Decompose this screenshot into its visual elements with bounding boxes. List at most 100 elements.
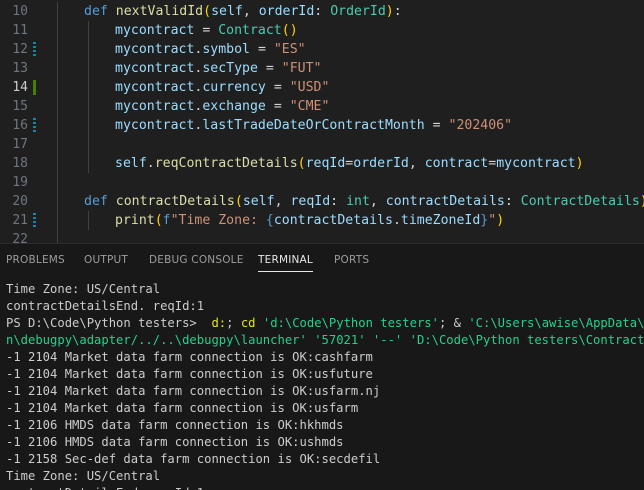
code-token: ( — [234, 194, 243, 209]
terminal-text: -1 2104 Market data farm connection is O… — [6, 367, 373, 381]
line-number: 21 — [12, 213, 28, 228]
code-token: , — [408, 156, 425, 171]
panel-tabs: PROBLEMS OUTPUT DEBUG CONSOLE TERMINAL PORTS — [0, 244, 644, 278]
code-line[interactable]: 19 — [0, 173, 644, 192]
code-token: f — [162, 213, 171, 228]
code-line[interactable]: 10 def nextValidId(self, orderId: OrderId… — [0, 2, 644, 21]
indent-guide — [57, 97, 58, 116]
code-token: mycontract — [115, 118, 195, 133]
code-token: contractDetails — [115, 194, 235, 209]
line-number: 11 — [12, 23, 28, 38]
tab-debug-console[interactable]: DEBUG CONSOLE — [149, 254, 244, 266]
git-modified-marker[interactable] — [33, 118, 36, 133]
terminal-text: Time Zone: US/Central — [6, 282, 161, 296]
line-number: 12 — [12, 42, 28, 57]
terminal-line: contractDetailsEnd. reqId:1 — [6, 298, 204, 315]
indent-guide — [88, 21, 89, 40]
code-token: exchange — [202, 99, 266, 114]
indent-guide — [88, 59, 89, 78]
indent-guide — [57, 21, 58, 40]
terminal-text: ; — [226, 316, 241, 330]
terminal-line: PS D:\Code\Python testers> d:; cd 'd:\Co… — [6, 315, 644, 332]
git-modified-marker[interactable] — [33, 42, 36, 57]
code-token: Contract — [218, 23, 282, 38]
line-number: 22 — [12, 232, 28, 243]
code-token: , — [242, 4, 259, 19]
code-line[interactable]: 21 print(f"Time Zone: {contractDetails.ti… — [0, 211, 644, 230]
git-modified-marker[interactable] — [33, 213, 36, 228]
code-token: orderId — [353, 156, 409, 171]
code-editor[interactable]: 10 def nextValidId(self, orderId: OrderId… — [0, 0, 644, 243]
code-token: timeZoneId — [400, 213, 481, 228]
code-line[interactable]: 18 self.reqContractDetails(reqId = orderId,… — [0, 154, 644, 173]
code-token: ) — [640, 194, 644, 209]
indent-guide — [57, 211, 58, 230]
tab-terminal[interactable]: TERMINAL — [258, 254, 313, 272]
code-token: self — [115, 156, 147, 171]
code-line[interactable]: 14 mycontract.currency = "USD" — [0, 78, 644, 97]
code-token: = — [194, 23, 219, 38]
code-text: mycontract.secType = "FUT" — [115, 59, 321, 78]
code-text: mycontract.exchange = "CME" — [115, 97, 329, 116]
code-token: : — [330, 194, 347, 209]
indent-guide — [57, 78, 58, 97]
terminal-text: '57021' — [314, 333, 366, 347]
terminal-text: d: — [211, 316, 227, 330]
line-number: 20 — [12, 194, 28, 209]
code-token: "202406" — [448, 118, 513, 133]
terminal-text: cd — [240, 316, 256, 330]
code-token: int — [346, 194, 370, 209]
code-token: mycontract — [115, 61, 195, 76]
indent-guide — [88, 78, 89, 97]
code-line[interactable]: 16 mycontract.lastTradeDateOrContractMont… — [0, 116, 644, 135]
terminal-line: -1 2104 Market data farm connection is O… — [6, 383, 380, 400]
code-line[interactable]: 22 — [0, 230, 644, 243]
indent-guide — [57, 135, 58, 154]
code-token: , — [369, 194, 386, 209]
code-token: : — [393, 4, 402, 19]
code-token: = — [257, 61, 282, 76]
code-line[interactable]: 15 mycontract.exchange = "CME" — [0, 97, 644, 116]
code-line[interactable]: 12 mycontract.symbol = "ES" — [0, 40, 644, 59]
tab-ports[interactable]: PORTS — [334, 254, 369, 266]
code-line[interactable]: 13 mycontract.secType = "FUT" — [0, 59, 644, 78]
terminal-text: 'C:\Users\awise\AppData\Local — [468, 316, 644, 330]
code-token: self — [211, 4, 243, 19]
code-token: nextValidId — [115, 4, 204, 19]
code-token: "ES" — [273, 42, 306, 57]
terminal-text: -1 2106 HMDS data farm connection is OK:… — [6, 435, 344, 449]
code-text: mycontract.currency = "USD" — [115, 78, 329, 97]
code-token: mycontract — [115, 80, 195, 95]
terminal-text: 'd:\Code\Python testers' — [262, 316, 439, 330]
code-token: reqId — [305, 156, 346, 171]
terminal-line: contractDetailsEnd. reqId:1 — [6, 485, 204, 490]
terminal-text: n\debugpy\adapter/../..\debugpy\launcher… — [6, 333, 307, 347]
code-token: orderId — [258, 4, 315, 19]
code-token: def — [84, 4, 116, 19]
tab-output[interactable]: OUTPUT — [84, 254, 128, 266]
code-line[interactable]: 17 — [0, 135, 644, 154]
code-token: reqId — [290, 194, 331, 209]
code-token: ) — [385, 4, 394, 19]
terminal-text: contractDetailsEnd. reqId:1 — [6, 486, 204, 490]
code-line[interactable]: 11 mycontract = Contract() — [0, 21, 644, 40]
indent-guide — [57, 230, 58, 243]
git-added-marker[interactable] — [33, 80, 36, 95]
code-token: ) — [496, 213, 505, 228]
terminal-text: -1 2104 Market data farm connection is O… — [6, 384, 381, 398]
code-token: currency — [202, 80, 266, 95]
code-line[interactable]: 20 def contractDetails(self, reqId: int, … — [0, 192, 644, 211]
code-token: ContractDetails — [520, 194, 640, 209]
terminal-line: -1 2106 HMDS data farm connection is OK:… — [6, 434, 344, 451]
code-token: contractDetails — [385, 194, 505, 209]
terminal-line: -1 2104 Market data farm connection is O… — [6, 349, 373, 366]
terminal-output[interactable]: Time Zone: US/Central contractDetailsEnd.… — [0, 280, 644, 490]
terminal-text: -1 2106 HMDS data farm connection is OK:… — [6, 418, 344, 432]
terminal-text: ; & — [438, 316, 469, 330]
tab-problems[interactable]: PROBLEMS — [6, 254, 65, 266]
code-token: symbol — [202, 42, 250, 57]
code-token: "Time Zone: — [170, 213, 266, 228]
indent-guide — [88, 135, 89, 154]
